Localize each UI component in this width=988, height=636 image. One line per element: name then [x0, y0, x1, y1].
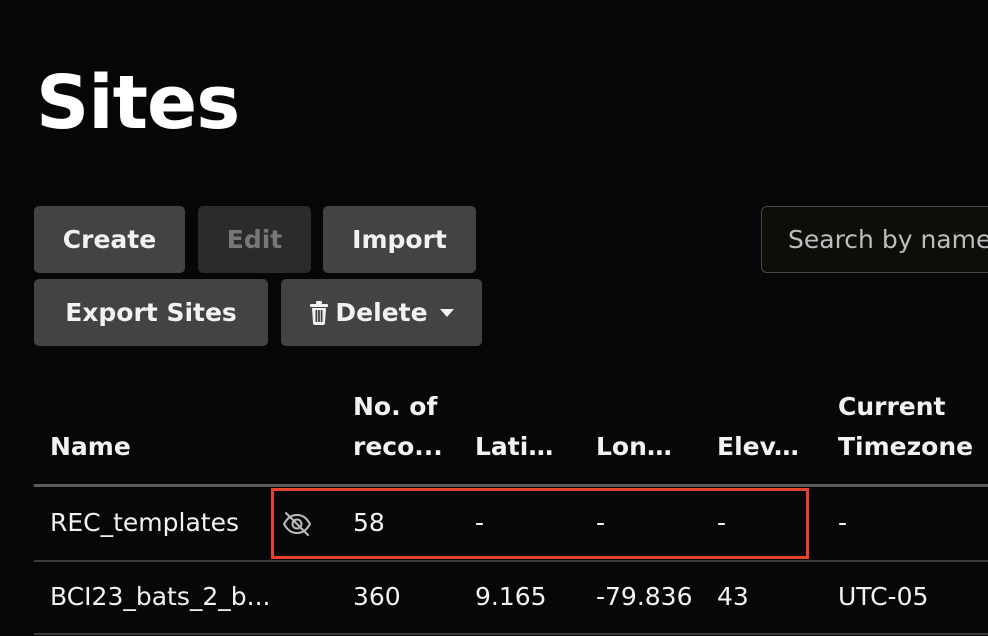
cell-recordings: 360 [353, 582, 401, 611]
search-box[interactable] [761, 206, 988, 273]
export-sites-button[interactable]: Export Sites [34, 279, 268, 346]
delete-label: Delete [335, 298, 428, 327]
caret-down-icon [439, 308, 454, 317]
column-header-recordings-line1: No. of [353, 392, 438, 421]
row-divider [34, 633, 988, 635]
column-header-timezone-line1: Current [838, 392, 946, 421]
edit-button[interactable]: Edit [198, 206, 311, 273]
trash-icon [310, 300, 329, 325]
cell-timezone: - [838, 508, 848, 537]
column-header-name[interactable]: Name [50, 427, 250, 467]
column-header-timezone[interactable]: Current Timezone [838, 387, 988, 467]
highlight-box [271, 488, 809, 559]
import-button[interactable]: Import [323, 206, 476, 273]
create-button[interactable]: Create [34, 206, 185, 273]
page-title: Sites [36, 60, 240, 146]
table-header-divider [34, 484, 988, 487]
column-header-latitude[interactable]: Latit... [475, 427, 561, 467]
cell-elevation: 43 [717, 582, 749, 611]
column-header-timezone-line2: Timezone [838, 432, 974, 461]
column-header-elevation[interactable]: Elev... [717, 427, 799, 467]
column-header-recordings[interactable]: No. of reco... [353, 387, 453, 467]
search-input[interactable] [788, 225, 988, 254]
cell-timezone: UTC-05 [838, 582, 929, 611]
cell-longitude: -79.836 [596, 582, 693, 611]
delete-button[interactable]: Delete [281, 279, 482, 346]
row-divider [34, 560, 988, 562]
cell-name[interactable]: BCI23_bats_2_b... [50, 579, 308, 615]
column-header-recordings-line2: reco... [353, 432, 443, 461]
cell-latitude: 9.165 [475, 582, 547, 611]
column-header-longitude[interactable]: Long... [596, 427, 688, 467]
